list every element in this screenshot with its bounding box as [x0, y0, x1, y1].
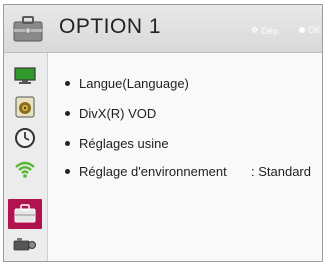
option-briefcase-icon: [13, 16, 43, 42]
camera-projector-icon: [13, 238, 36, 251]
menu-item-divx-vod[interactable]: DivX(R) VOD: [65, 106, 156, 121]
menu-item-environment[interactable]: Réglage d'environnement : Standard: [65, 164, 322, 179]
environment-value: : Standard: [251, 164, 311, 179]
audio-speaker-icon: [15, 96, 35, 118]
ok-hint-label: OK: [308, 25, 322, 35]
menu-item-factory-reset[interactable]: Réglages usine: [65, 136, 169, 151]
bullet-icon: [65, 81, 70, 86]
option-menu-content: Langue(Language) DivX(R) VOD Réglages us…: [48, 53, 322, 261]
sidebar-item-lock[interactable]: [8, 230, 42, 260]
option-briefcase-icon: [14, 204, 36, 223]
option-menu-window: OPTION 1 ✥ Dép. OK Langue(Language) DivX…: [3, 4, 323, 262]
sidebar-item-audio[interactable]: [8, 92, 42, 122]
category-sidebar: [4, 53, 48, 261]
sidebar-item-time[interactable]: [8, 123, 42, 153]
menu-item-label: Réglages usine: [79, 136, 169, 151]
clock-icon: [15, 128, 35, 148]
move-hint-label: Dép.: [261, 25, 281, 36]
menu-item-label: Réglage d'environnement: [79, 164, 227, 179]
menu-item-language[interactable]: Langue(Language): [65, 76, 189, 91]
picture-monitor-icon: [14, 67, 36, 84]
move-hint: ✥ Dép.: [251, 25, 281, 36]
menu-item-label: Langue(Language): [79, 76, 189, 91]
ok-hint: OK: [299, 25, 321, 35]
bullet-icon: [65, 111, 70, 116]
ok-button-icon: [299, 27, 305, 33]
menu-item-label: DivX(R) VOD: [79, 106, 157, 121]
sidebar-item-network[interactable]: [8, 154, 42, 184]
sidebar-item-option[interactable]: [8, 199, 42, 229]
navigation-arrows-icon: ✥: [251, 25, 259, 35]
sidebar-item-picture[interactable]: [8, 61, 42, 91]
menu-header: OPTION 1 ✥ Dép. OK: [4, 5, 322, 53]
bullet-icon: [65, 169, 70, 174]
page-title: OPTION 1: [59, 15, 162, 38]
network-wifi-icon: [15, 161, 35, 178]
bullet-icon: [65, 141, 70, 146]
